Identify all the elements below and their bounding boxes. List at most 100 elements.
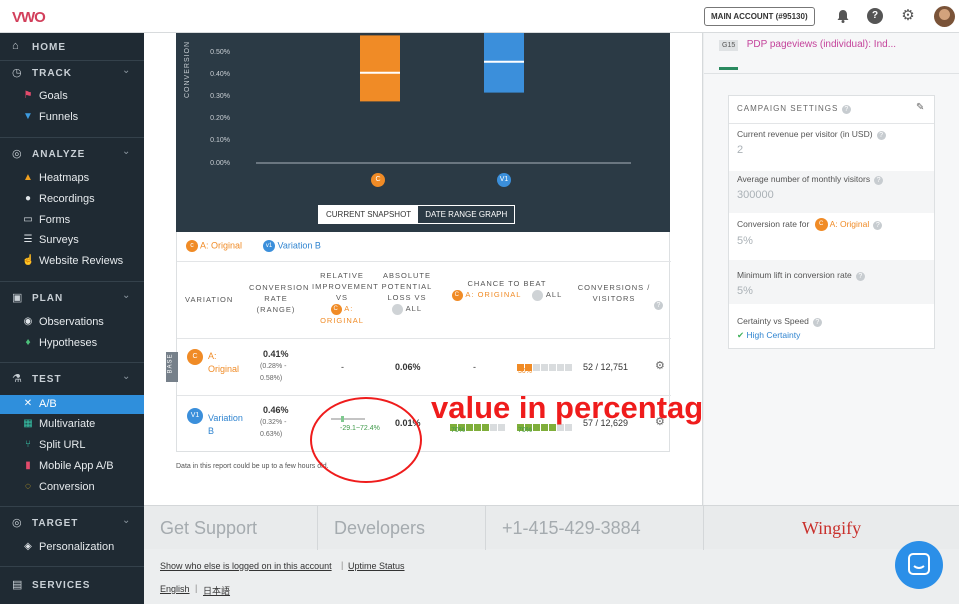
- personalization-icon: ◈: [24, 541, 32, 552]
- variation-name[interactable]: Variation B: [208, 412, 243, 438]
- divider: [0, 566, 144, 567]
- sidebar-item-website-reviews[interactable]: ☝ Website Reviews: [0, 252, 144, 271]
- footer: Get Support Developers +1-415-429-3884 W…: [144, 505, 959, 550]
- analyze-icon: ◎: [12, 148, 22, 160]
- variation-name[interactable]: A: Original: [208, 350, 239, 376]
- sidebar-item-split-url[interactable]: ⑂ Split URL: [0, 436, 144, 455]
- tab-date-range-graph[interactable]: DATE RANGE GRAPH: [418, 206, 515, 223]
- conversion-icon: ◌: [25, 481, 31, 492]
- sidebar-item-funnels[interactable]: ▼ Funnels: [0, 108, 144, 127]
- sidebar-item-forms[interactable]: ▭ Forms: [0, 211, 144, 230]
- sidebar-section-plan[interactable]: ▣ PLAN ⌄: [0, 288, 144, 308]
- sidebar-item-goals[interactable]: ⚑ Goals: [0, 87, 144, 106]
- sidebar-section-analyze[interactable]: ◎ ANALYZE ⌄: [0, 144, 144, 164]
- sidebar-item-multivariate[interactable]: ▦ Multivariate: [0, 415, 144, 434]
- language-english[interactable]: English: [160, 584, 190, 594]
- conversion-rate: 0.46%: [263, 405, 289, 415]
- vwo-logo[interactable]: VWO: [12, 9, 46, 26]
- bell-icon[interactable]: [835, 8, 851, 24]
- tab-current-snapshot[interactable]: CURRENT SNAPSHOT: [319, 206, 419, 223]
- sidebar-item-mobile-app-ab[interactable]: ▮ Mobile App A/B: [0, 457, 144, 476]
- bar-segment: [557, 364, 564, 371]
- control-badge: C: [330, 303, 342, 315]
- help-icon[interactable]: ?: [873, 220, 883, 230]
- sidebar-section-test[interactable]: ⚗ TEST ⌄: [0, 369, 144, 389]
- divider: [0, 281, 144, 282]
- bar-segment: [541, 364, 548, 371]
- field-conversion-rate[interactable]: Conversion rate for C A: Original? 5%: [729, 216, 934, 260]
- help-icon[interactable]: ?: [812, 318, 822, 327]
- hand-icon: ☝: [22, 255, 35, 266]
- language-japanese[interactable]: 日本語: [203, 584, 230, 597]
- recording-icon: ●: [24, 193, 32, 204]
- control-badge: C: [451, 289, 463, 301]
- field-certainty-speed[interactable]: Certainty vs Speed? ✔ High Certainty: [729, 308, 934, 348]
- uptime-status-link[interactable]: Uptime Status: [348, 561, 405, 571]
- edit-icon[interactable]: ✎: [916, 102, 924, 113]
- top-bar: VWO MAIN ACCOUNT (#95130) ? ⚙: [0, 0, 959, 33]
- account-button[interactable]: MAIN ACCOUNT (#95130): [704, 7, 815, 26]
- absolute-loss: 0.06%: [395, 362, 421, 372]
- row-divider: [177, 338, 671, 339]
- logged-on-link[interactable]: Show who else is logged on in this accou…: [160, 561, 332, 571]
- bar-segment: [533, 364, 540, 371]
- help-icon[interactable]: ?: [855, 272, 865, 281]
- sidebar-home[interactable]: ⌂ HOME: [0, 37, 144, 57]
- sidebar-section-track[interactable]: ◷ TRACK ⌄: [0, 63, 144, 83]
- field-value: 5%: [737, 285, 753, 297]
- col-chance-to-beat: CHANCE TO BEAT C A: ORIGINAL ALL: [449, 278, 565, 301]
- field-minimum-lift[interactable]: Minimum lift in conversion rate? 5%: [729, 260, 934, 304]
- sidebar-item-ab[interactable]: ✕ A/B: [0, 395, 144, 414]
- certainty-value: ✔ High Certainty: [737, 330, 801, 340]
- row-gear-icon[interactable]: ⚙: [655, 359, 665, 372]
- chevron-down-icon: ⌄: [122, 515, 131, 526]
- chance-vs-original: -: [473, 362, 476, 372]
- bar-segment: [565, 364, 572, 371]
- help-icon[interactable]: ?: [874, 176, 884, 185]
- chat-launcher[interactable]: [895, 541, 943, 589]
- target-icon: ◎: [12, 517, 22, 529]
- marker-variation[interactable]: V1: [497, 171, 511, 189]
- chevron-down-icon: ⌄: [122, 146, 131, 157]
- sidebar-item-conversion[interactable]: ◌ Conversion: [0, 478, 144, 497]
- avatar[interactable]: [934, 6, 955, 27]
- sidebar-item-surveys[interactable]: ☰ Surveys: [0, 231, 144, 250]
- col-conversions: CONVERSIONS / VISITORS: [577, 283, 651, 303]
- sidebar-section-target[interactable]: ◎ TARGET ⌄: [0, 513, 144, 533]
- sidebar-item-hypotheses[interactable]: ♦ Hypotheses: [0, 334, 144, 353]
- legend-original[interactable]: c A: Original: [186, 240, 242, 252]
- marker-control[interactable]: C: [371, 171, 385, 189]
- col-variation: VARIATION: [185, 295, 234, 304]
- sidebar-item-personalization[interactable]: ◈ Personalization: [0, 538, 144, 557]
- conversion-range: (0.32% - 0.63%): [260, 419, 287, 438]
- bulb-icon: ♦: [25, 337, 31, 348]
- view-toggle[interactable]: CURRENT SNAPSHOT DATE RANGE GRAPH: [318, 205, 516, 224]
- field-revenue-per-visitor[interactable]: Current revenue per visitor (in USD)? 2: [729, 129, 934, 171]
- developers-link[interactable]: Developers: [318, 506, 486, 550]
- gear-icon[interactable]: ⚙: [900, 8, 916, 24]
- sidebar-item-observations[interactable]: ◉ Observations: [0, 313, 144, 332]
- right-panel: G15 PDP pageviews (individual): Ind... C…: [704, 33, 959, 505]
- chat-icon: [908, 553, 930, 575]
- field-monthly-visitors[interactable]: Average number of monthly visitors? 3000…: [729, 171, 934, 213]
- chance-vs-all-label: 30%: [518, 368, 533, 375]
- column-help-icon[interactable]: ?: [650, 294, 663, 312]
- heatmap-icon: ▲: [23, 172, 33, 183]
- goal-header[interactable]: G15 PDP pageviews (individual): Ind...: [719, 34, 896, 52]
- variation-badge: V1: [187, 408, 203, 424]
- plan-icon: ▣: [12, 292, 23, 304]
- help-icon[interactable]: ?: [876, 131, 886, 140]
- chevron-down-icon: ⌄: [122, 65, 131, 76]
- get-support-link[interactable]: Get Support: [144, 506, 318, 550]
- field-value: 5%: [737, 235, 753, 247]
- relative-improvement: -: [341, 362, 344, 372]
- help-icon[interactable]: ?: [842, 105, 852, 114]
- chevron-down-icon: ⌄: [122, 371, 131, 382]
- divider: [0, 506, 144, 507]
- sidebar-section-services[interactable]: ▤ SERVICES: [0, 575, 144, 595]
- sidebar-item-heatmaps[interactable]: ▲ Heatmaps: [0, 169, 144, 188]
- legend-variation-b[interactable]: v1 Variation B: [263, 240, 321, 252]
- chance-vs-all-label: 70%: [518, 427, 533, 434]
- help-icon[interactable]: ?: [867, 8, 883, 24]
- sidebar-item-recordings[interactable]: ● Recordings: [0, 190, 144, 209]
